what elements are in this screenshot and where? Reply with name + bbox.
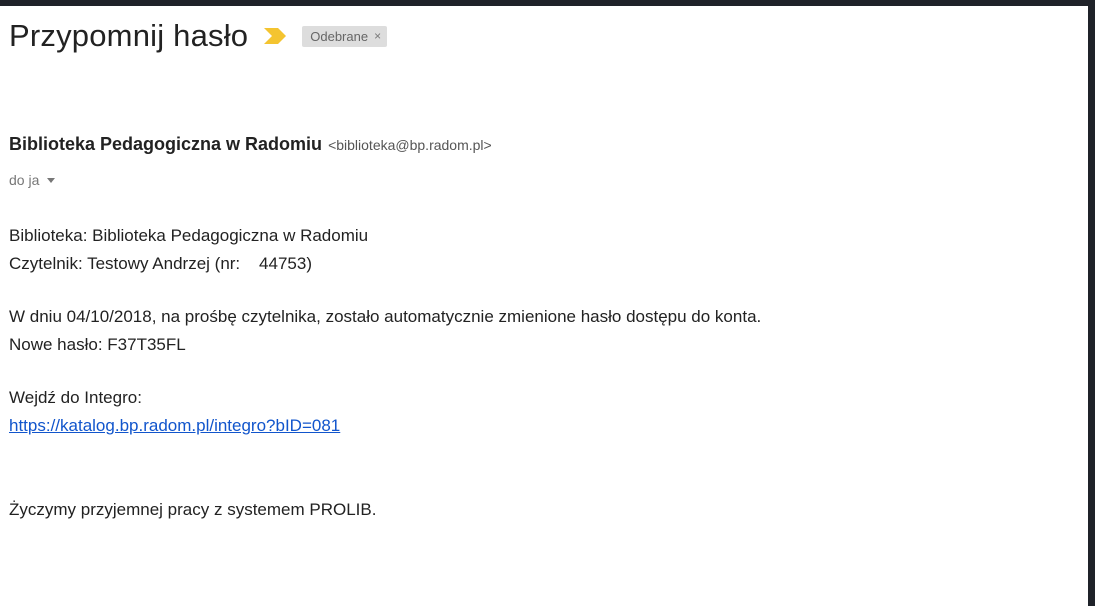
date-line: W dniu 04/10/2018, na prośbę czytelnika,… xyxy=(9,307,762,326)
screenshot-frame: Przypomnij hasło Odebrane × Biblioteka P… xyxy=(0,0,1095,606)
subject-row: Przypomnij hasło Odebrane × xyxy=(9,18,388,54)
importance-marker-icon[interactable] xyxy=(264,28,287,44)
label-chip-text: Odebrane xyxy=(310,28,369,44)
chevron-down-icon[interactable] xyxy=(47,177,56,183)
password-line: Nowe hasło: F37T35FL xyxy=(9,335,186,354)
enter-line: Wejdź do Integro: xyxy=(9,388,142,407)
integro-link[interactable]: https://katalog.bp.radom.pl/integro?bID=… xyxy=(9,416,340,435)
email-subject: Przypomnij hasło xyxy=(9,18,249,53)
library-line: Biblioteka: Biblioteka Pedagogiczna w Ra… xyxy=(9,226,369,245)
recipient-details[interactable]: do ja xyxy=(9,172,56,188)
sender-row: Biblioteka Pedagogiczna w Radomiu <bibli… xyxy=(9,134,492,155)
closing-line: Życzymy przyjemnej pracy z systemem PROL… xyxy=(9,500,377,519)
email-view: Przypomnij hasło Odebrane × Biblioteka P… xyxy=(0,6,1088,606)
reader-line: Czytelnik: Testowy Andrzej (nr: 44753) xyxy=(9,254,312,273)
sender-name: Biblioteka Pedagogiczna w Radomiu xyxy=(9,134,323,154)
label-chip-inbox[interactable]: Odebrane × xyxy=(302,25,388,47)
recipient-label: do ja xyxy=(9,172,40,188)
sender-email: <biblioteka@bp.radom.pl> xyxy=(328,137,492,153)
label-remove-button[interactable]: × xyxy=(374,29,381,43)
email-body: Biblioteka: Biblioteka Pedagogiczna w Ra… xyxy=(9,222,761,524)
